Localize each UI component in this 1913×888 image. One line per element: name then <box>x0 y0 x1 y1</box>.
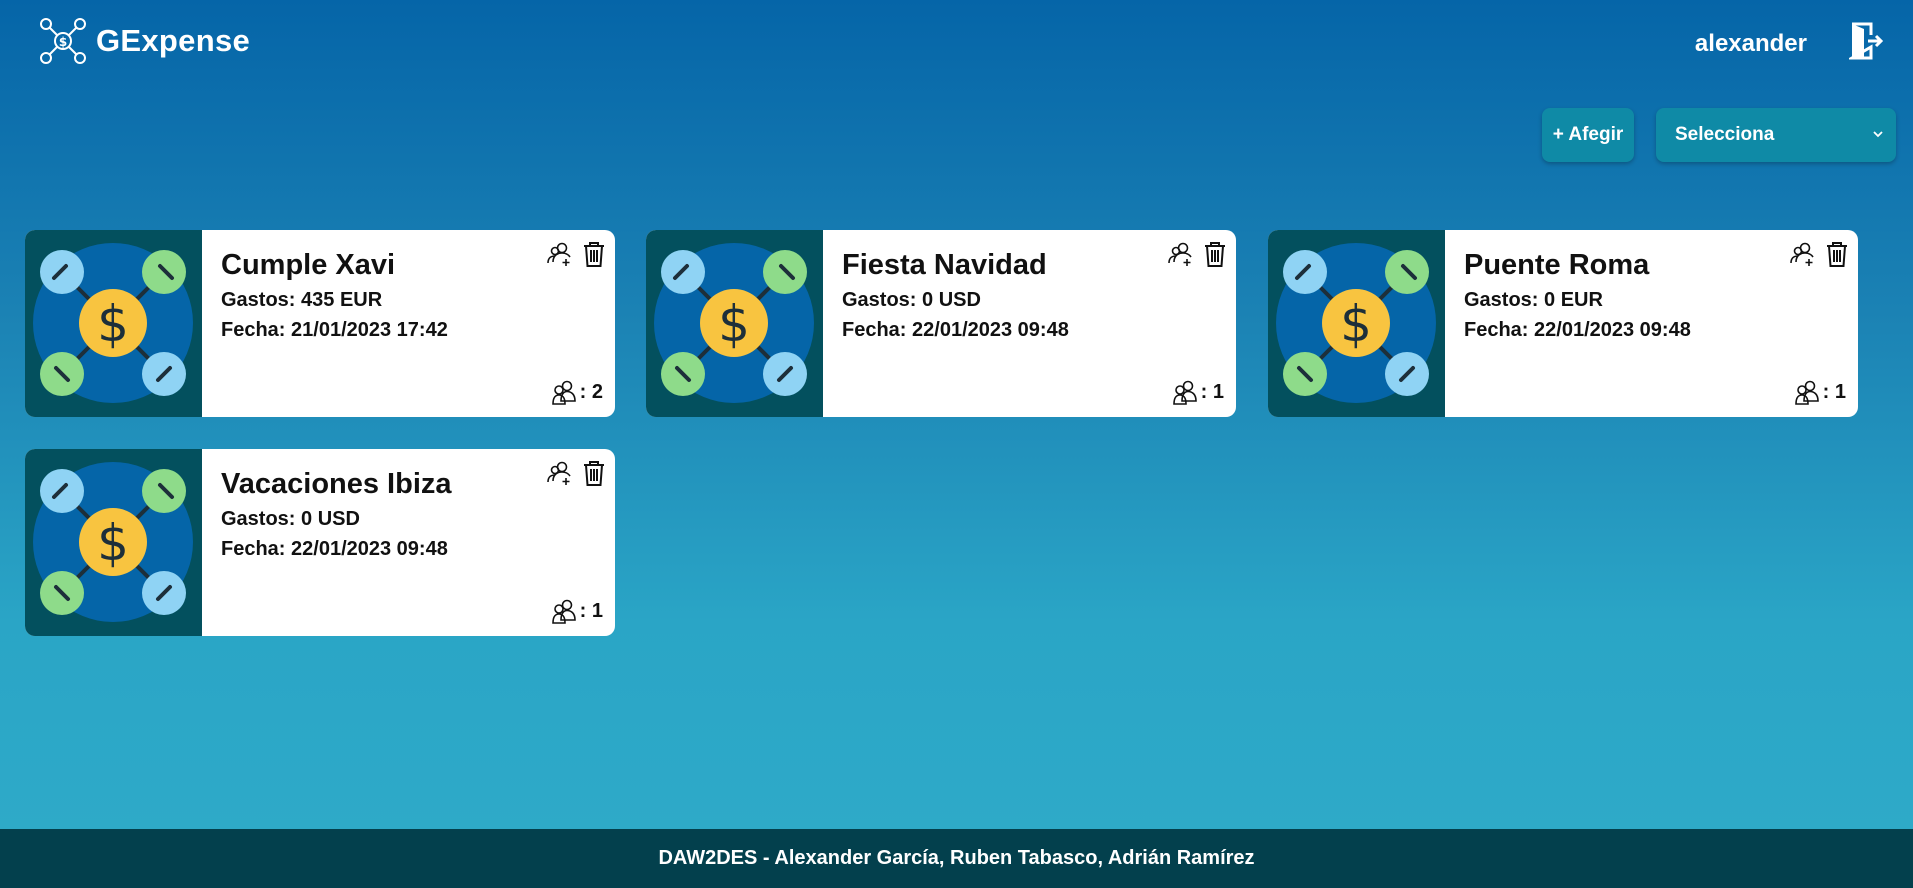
group-expenses: Gastos: 435 EUR <box>221 289 383 311</box>
delete-group-button[interactable] <box>1824 240 1850 273</box>
group-card-body: Cumple Xavi Gastos: 435 EUR Fecha: 21/01… <box>202 230 615 417</box>
group-expenses: Gastos: 0 USD <box>842 289 981 311</box>
add-user-icon[interactable] <box>1168 240 1194 268</box>
group-image-icon: $ <box>33 462 193 622</box>
group-card-body: Puente Roma Gastos: 0 EUR Fecha: 22/01/2… <box>1445 230 1858 417</box>
group-image-icon: $ <box>654 243 814 403</box>
group-actions <box>547 459 607 492</box>
group-image-icon: $ <box>1276 243 1436 403</box>
brand[interactable]: $ GExpense <box>38 16 250 66</box>
group-members: : 1 <box>551 598 603 624</box>
svg-text:$: $ <box>97 514 129 572</box>
select-value: Selecciona <box>1675 124 1775 145</box>
svg-text:$: $ <box>718 295 750 353</box>
members-count: : 1 <box>579 599 603 622</box>
group-expenses: Gastos: 0 USD <box>221 508 360 530</box>
members-count: : 1 <box>1822 380 1846 403</box>
members-icon <box>1172 380 1197 405</box>
delete-group-button[interactable] <box>1202 240 1228 273</box>
members-icon <box>1794 380 1819 405</box>
username: alexander <box>1694 30 1807 57</box>
add-user-icon[interactable] <box>1790 240 1816 268</box>
add-user-icon[interactable] <box>547 240 573 268</box>
svg-text:$: $ <box>1340 295 1372 353</box>
group-card-body: Vacaciones Ibiza Gastos: 0 USD Fecha: 22… <box>202 449 615 636</box>
members-icon <box>551 599 576 624</box>
group-members: : 1 <box>1172 379 1224 405</box>
page-footer: DAW2DES - Alexander García, Ruben Tabasc… <box>0 829 1913 888</box>
add-member-button[interactable] <box>1168 240 1194 273</box>
group-filter-select[interactable]: Selecciona <box>1656 108 1896 162</box>
delete-group-button[interactable] <box>581 240 607 273</box>
add-member-button[interactable] <box>547 459 573 492</box>
add-member-button[interactable] <box>547 240 573 273</box>
members-icon <box>551 380 576 405</box>
add-user-icon[interactable] <box>547 459 573 487</box>
group-expenses: Gastos: 0 EUR <box>1464 289 1603 311</box>
group-date: Fecha: 22/01/2023 09:48 <box>842 319 1069 341</box>
svg-text:$: $ <box>59 35 67 49</box>
svg-text:$: $ <box>97 295 129 353</box>
chevron-down-icon <box>1873 131 1883 138</box>
group-actions <box>547 240 607 273</box>
group-members: : 2 <box>551 379 603 405</box>
delete-group-button[interactable] <box>581 459 607 492</box>
members-count: : 1 <box>1200 380 1224 403</box>
group-actions <box>1790 240 1850 273</box>
group-image: $ <box>1268 230 1445 417</box>
group-date: Fecha: 22/01/2023 09:48 <box>221 538 448 560</box>
group-image: $ <box>25 230 202 417</box>
group-card[interactable]: $ Vacaciones Ibiza Gastos: 0 USD Fecha: … <box>25 449 615 636</box>
group-members: : 1 <box>1794 379 1846 405</box>
add-group-button[interactable]: + Afegir <box>1542 108 1634 162</box>
group-actions <box>1168 240 1228 273</box>
group-date: Fecha: 22/01/2023 09:48 <box>1464 319 1691 341</box>
trash-icon[interactable] <box>1202 240 1228 268</box>
members-count: : 2 <box>579 380 603 403</box>
group-image: $ <box>646 230 823 417</box>
app-header: $ GExpense alexander <box>0 0 1913 90</box>
footer-credits: DAW2DES - Alexander García, Ruben Tabasc… <box>658 847 1255 869</box>
group-card[interactable]: $ Puente Roma Gastos: 0 EUR Fecha: 22/01… <box>1268 230 1858 417</box>
group-image: $ <box>25 449 202 636</box>
group-image-icon: $ <box>33 243 193 403</box>
trash-icon[interactable] <box>581 459 607 487</box>
logout-icon[interactable] <box>1849 22 1883 60</box>
add-member-button[interactable] <box>1790 240 1816 273</box>
group-date: Fecha: 21/01/2023 17:42 <box>221 319 448 341</box>
brand-name: GExpense <box>96 23 251 58</box>
network-dollar-icon: $ <box>40 18 86 64</box>
group-card[interactable]: $ Cumple Xavi Gastos: 435 EUR Fecha: 21/… <box>25 230 615 417</box>
trash-icon[interactable] <box>581 240 607 268</box>
group-card[interactable]: $ Fiesta Navidad Gastos: 0 USD Fecha: 22… <box>646 230 1236 417</box>
trash-icon[interactable] <box>1824 240 1850 268</box>
group-card-body: Fiesta Navidad Gastos: 0 USD Fecha: 22/0… <box>823 230 1236 417</box>
